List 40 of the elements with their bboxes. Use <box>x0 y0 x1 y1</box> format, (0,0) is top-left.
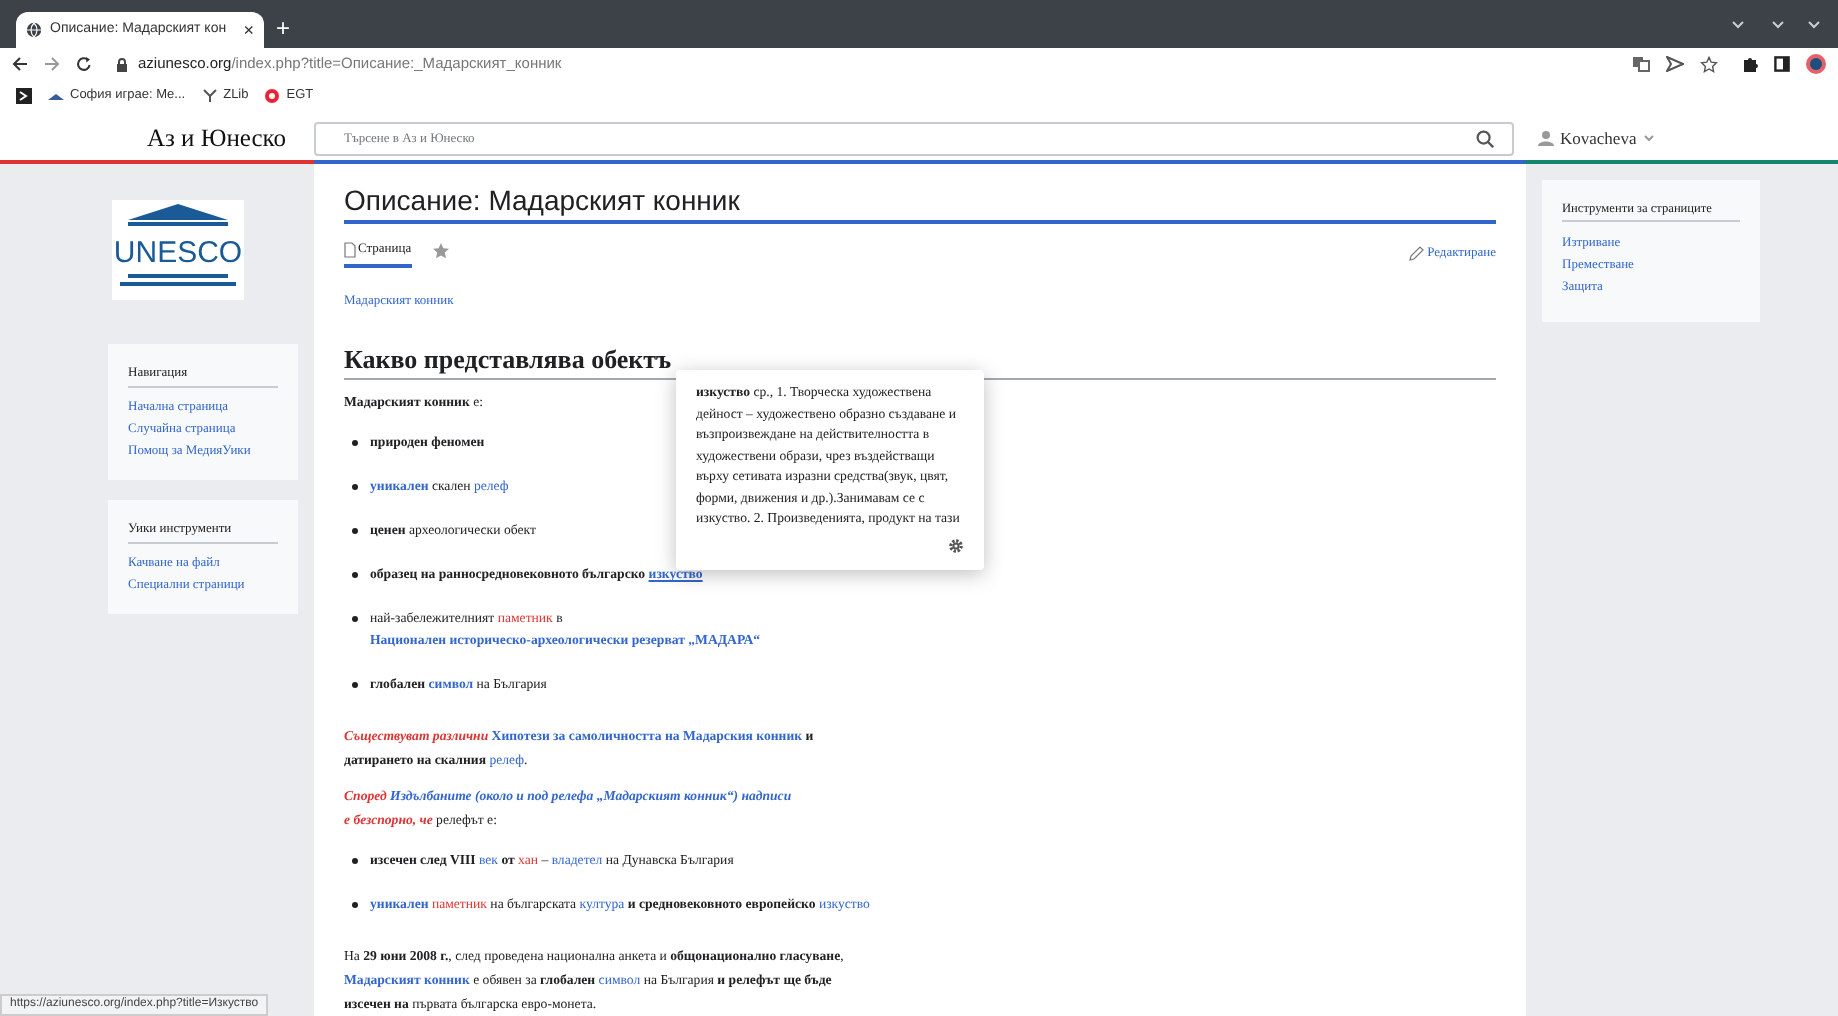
caret-icon <box>1644 134 1655 142</box>
star-icon[interactable] <box>431 241 450 259</box>
logo-text: UNESCO <box>113 234 243 274</box>
chevron-down-icon <box>1770 16 1786 32</box>
star-outline-icon[interactable] <box>1700 55 1718 73</box>
translate-icon[interactable] <box>1632 56 1650 72</box>
y-icon <box>201 87 218 103</box>
bullet-icon <box>352 902 358 909</box>
temple-roof-icon <box>128 204 228 228</box>
forward-arrow-icon[interactable] <box>44 56 60 72</box>
user-icon <box>1538 130 1554 146</box>
bullet-icon <box>352 858 358 865</box>
bullet-icon <box>352 528 358 535</box>
page-icon <box>344 242 356 258</box>
temple-steps-icon <box>120 274 236 288</box>
user-menu[interactable]: Kovacheva <box>1538 125 1655 151</box>
search-icon <box>1476 129 1494 147</box>
back-arrow-icon[interactable] <box>12 56 28 72</box>
lock-icon <box>116 57 128 71</box>
side-panel-icon[interactable] <box>1774 56 1790 72</box>
site-logo[interactable]: Аз и Юнеско <box>146 119 286 157</box>
new-tab-button[interactable]: + <box>276 8 291 40</box>
profile-avatar-icon[interactable] <box>1806 54 1826 74</box>
bullet-icon <box>352 484 358 491</box>
globe-icon <box>26 22 42 38</box>
bullet-icon <box>352 572 358 579</box>
send-icon[interactable] <box>1666 56 1684 72</box>
close-tab-button[interactable]: × <box>243 21 254 39</box>
chevron-down-icon <box>1730 16 1746 32</box>
section-heading: Какво представлява обектъ <box>344 341 672 378</box>
page-title: Описание: Мадарският конник <box>344 184 1496 224</box>
bullet-icon <box>352 440 358 447</box>
reload-icon[interactable] <box>76 56 92 72</box>
bullet-icon <box>352 682 358 689</box>
settings-icon[interactable] <box>948 537 964 553</box>
puzzle-icon[interactable] <box>1742 56 1758 72</box>
pencil-icon <box>1407 246 1424 262</box>
apps-square-icon[interactable] <box>16 87 32 103</box>
chevron-down-icon <box>1806 16 1822 32</box>
bullet-icon <box>352 616 358 623</box>
